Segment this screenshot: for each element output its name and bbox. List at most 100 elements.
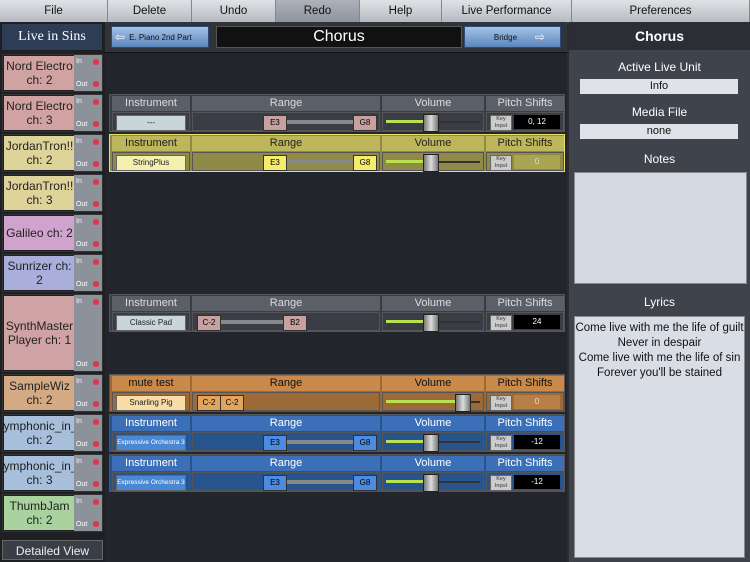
live-unit[interactable]: Sunrizer ch: 2 In Out xyxy=(2,254,103,292)
range-header: Range xyxy=(192,376,380,391)
live-unit-name: Galileo ch: 2 xyxy=(4,216,75,250)
instrument-header: Instrument xyxy=(112,136,190,151)
range-low-handle[interactable]: E3 xyxy=(263,115,287,131)
range-high-handle[interactable]: G8 xyxy=(353,115,377,131)
range-cell: C-2 C-2 xyxy=(192,392,380,411)
out-label: Out xyxy=(76,121,88,128)
volume-cell xyxy=(382,312,484,332)
next-part-label: Bridge xyxy=(493,32,518,42)
range-track xyxy=(285,440,353,444)
part-navigation-bar: ⇦ E. Piano 2nd Part Chorus Bridge ⇨ xyxy=(105,22,567,53)
unit-io-panel: In Out xyxy=(74,135,102,171)
range-high-handle[interactable]: B2 xyxy=(283,315,307,331)
range-high-handle[interactable]: G8 xyxy=(353,435,377,451)
live-unit[interactable]: isymphonic_in_0 ch: 2 In Out xyxy=(0,414,103,452)
pitch-header: Pitch Shifts xyxy=(486,376,564,391)
key-input-button[interactable]: Key Input xyxy=(490,475,512,491)
in-label: In xyxy=(76,298,82,305)
instrument-row[interactable]: mute test Range Volume Pitch Shifts Snarling… xyxy=(109,374,565,412)
in-label: In xyxy=(76,58,82,65)
midi-out-led-icon xyxy=(93,81,99,87)
live-unit[interactable]: JordanTron!! ch: 3 In Out xyxy=(2,174,103,212)
key-input-button[interactable]: Key Input xyxy=(490,155,512,171)
volume-slider-knob[interactable] xyxy=(423,114,439,132)
menu-undo[interactable]: Undo xyxy=(192,0,276,22)
instrument-selector[interactable]: Expressive Orchestra 3 xyxy=(116,475,186,491)
out-label: Out xyxy=(76,521,88,528)
instrument-row[interactable]: Instrument Range Volume Pitch Shifts --- E3 G8… xyxy=(109,94,565,132)
pitch-shift-value[interactable]: -12 xyxy=(514,435,560,449)
instrument-row[interactable]: Instrument Range Volume Pitch Shifts Classic… xyxy=(109,294,565,332)
lyrics-field[interactable]: Come live with me the life of guilt Never… xyxy=(574,316,745,558)
setlist-title[interactable]: Live in Sins xyxy=(2,24,102,50)
key-input-button[interactable]: Key Input xyxy=(490,115,512,131)
range-low-handle[interactable]: C-2 xyxy=(197,315,221,331)
arrow-right-icon: ⇨ xyxy=(535,30,546,44)
live-unit[interactable]: ThumbJam ch: 2 In Out xyxy=(2,494,103,532)
range-high-handle[interactable]: G8 xyxy=(353,475,377,491)
out-label: Out xyxy=(76,361,88,368)
volume-slider-knob[interactable] xyxy=(423,314,439,332)
out-label: Out xyxy=(76,81,88,88)
live-unit-name: SynthMaster Player ch: 1 xyxy=(4,296,75,370)
menu-preferences[interactable]: Preferences xyxy=(572,0,750,22)
pitch-shift-value[interactable]: 0 xyxy=(514,155,560,169)
range-low-handle[interactable]: E3 xyxy=(263,435,287,451)
detailed-view-button[interactable]: Detailed View xyxy=(2,540,103,560)
live-unit[interactable]: SampleWiz ch: 2 In Out xyxy=(2,374,103,412)
live-unit[interactable]: Nord Electro ch: 3 In Out xyxy=(2,94,103,132)
instrument-selector[interactable]: StringPlus xyxy=(116,155,186,171)
key-input-button[interactable]: Key Input xyxy=(490,315,512,331)
menu-file[interactable]: File xyxy=(0,0,108,22)
volume-fill xyxy=(386,320,423,323)
range-low-handle[interactable]: C-2 xyxy=(197,395,221,411)
range-high-handle[interactable]: G8 xyxy=(353,155,377,171)
menu-delete[interactable]: Delete xyxy=(108,0,192,22)
volume-slider-knob[interactable] xyxy=(423,474,439,492)
volume-cell xyxy=(382,472,484,492)
live-unit[interactable]: Galileo ch: 2 In Out xyxy=(2,214,103,252)
volume-slider-knob[interactable] xyxy=(423,154,439,172)
menu-help[interactable]: Help xyxy=(360,0,442,22)
pitch-header: Pitch Shifts xyxy=(486,416,564,431)
pitch-shift-value[interactable]: 0, 12 xyxy=(514,115,560,129)
volume-slider-knob[interactable] xyxy=(455,394,471,412)
lyrics-label: Lyrics xyxy=(644,295,675,309)
volume-header: Volume xyxy=(382,136,484,151)
instrument-cell: --- xyxy=(112,112,190,131)
next-part-button[interactable]: Bridge ⇨ xyxy=(464,26,561,48)
active-unit-field[interactable]: Info xyxy=(580,79,738,94)
key-input-button[interactable]: Key Input xyxy=(490,435,512,451)
pitch-shift-value[interactable]: -12 xyxy=(514,475,560,489)
live-unit[interactable]: Nord Electro ch: 2 In Out xyxy=(2,54,103,92)
notes-field[interactable] xyxy=(574,172,747,284)
pitch-shift-value[interactable]: 24 xyxy=(514,315,560,329)
in-label: In xyxy=(76,98,82,105)
previous-part-button[interactable]: ⇦ E. Piano 2nd Part xyxy=(111,26,209,48)
live-unit[interactable]: JordanTron!! ch: 2 In Out xyxy=(2,134,103,172)
instrument-row[interactable]: Instrument Range Volume Pitch Shifts StringP… xyxy=(109,134,565,172)
instrument-selector[interactable]: Snarling Pig xyxy=(116,395,186,411)
media-file-field[interactable]: none xyxy=(580,124,738,139)
instrument-selector[interactable]: --- xyxy=(116,115,186,131)
midi-in-led-icon xyxy=(93,99,99,105)
range-low-handle[interactable]: E3 xyxy=(263,155,287,171)
menu-redo[interactable]: Redo xyxy=(276,0,360,22)
live-unit[interactable]: SynthMaster Player ch: 1 In Out xyxy=(2,294,103,372)
range-low-handle[interactable]: E3 xyxy=(263,475,287,491)
out-label: Out xyxy=(76,161,88,168)
instrument-cell: Expressive Orchestra 3 xyxy=(112,472,190,491)
volume-slider-knob[interactable] xyxy=(423,434,439,452)
range-header: Range xyxy=(192,296,380,311)
instrument-selector[interactable]: Classic Pad xyxy=(116,315,186,331)
instrument-row[interactable]: Instrument Range Volume Pitch Shifts Express… xyxy=(109,454,565,492)
menu-live-performance[interactable]: Live Performance xyxy=(442,0,572,22)
unit-io-panel: In Out xyxy=(74,95,102,131)
instrument-selector[interactable]: Expressive Orchestra 3 xyxy=(116,435,186,451)
pitch-shift-value[interactable]: 0 xyxy=(514,395,560,409)
instrument-row[interactable]: Instrument Range Volume Pitch Shifts Express… xyxy=(109,414,565,452)
range-high-handle[interactable]: C-2 xyxy=(220,395,244,411)
live-unit[interactable]: isymphonic_in_0 ch: 3 In Out xyxy=(0,454,103,492)
notes-label: Notes xyxy=(643,152,676,166)
key-input-button[interactable]: Key Input xyxy=(490,395,512,411)
